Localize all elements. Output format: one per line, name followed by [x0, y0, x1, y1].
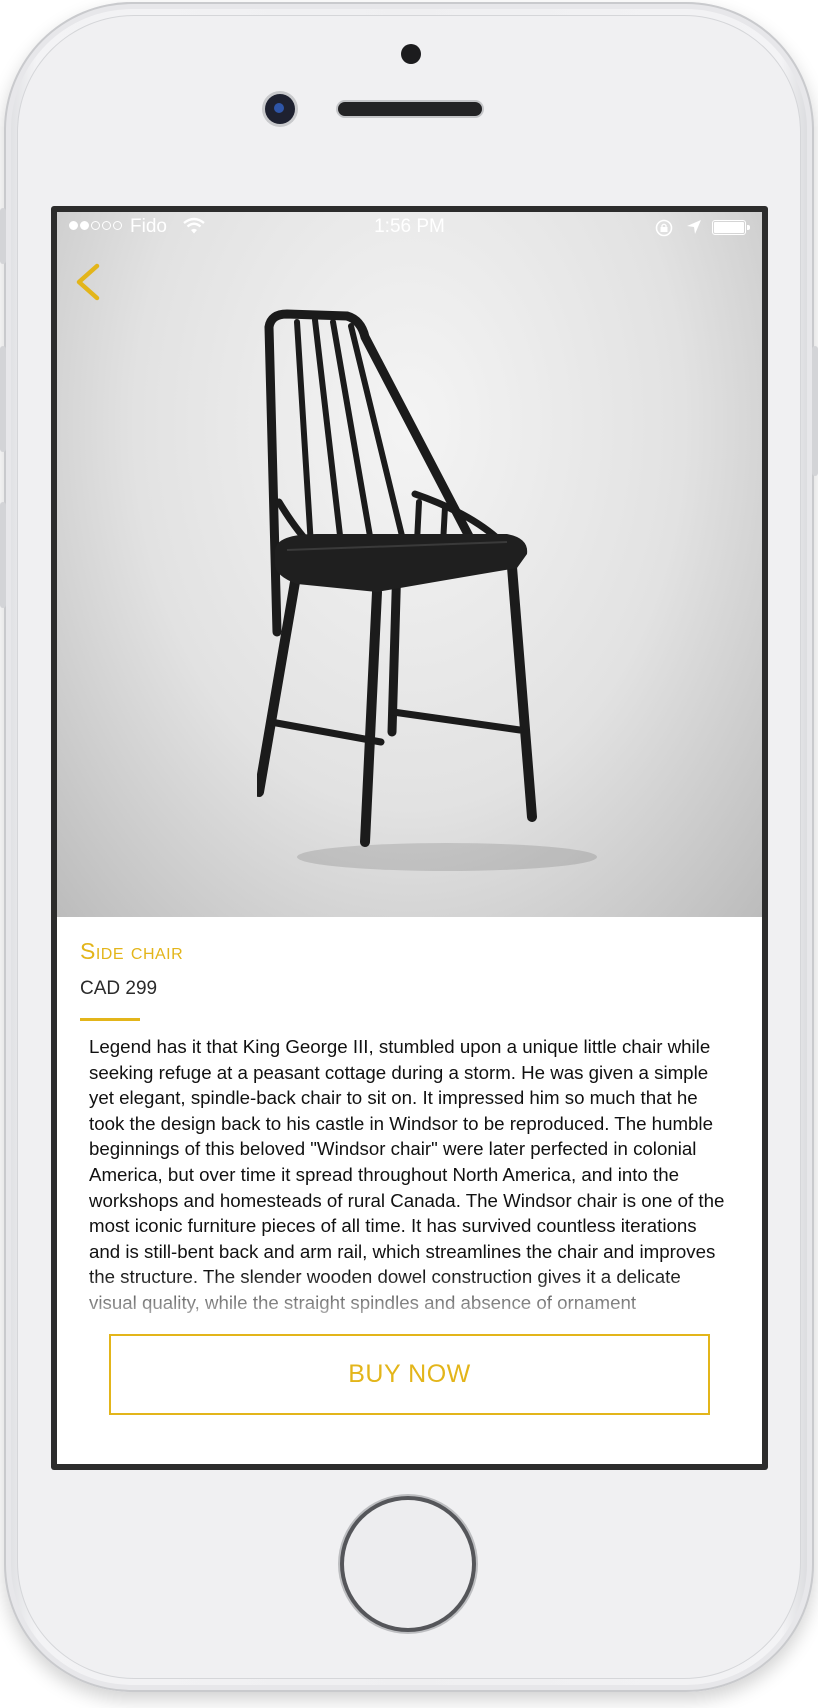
title-underline: [80, 1018, 140, 1021]
product-title: Side chair: [80, 938, 184, 964]
status-bar: Fido 1:56 PM: [57, 212, 762, 242]
power-button: [812, 346, 818, 476]
front-camera: [265, 94, 295, 124]
volume-down-button: [0, 502, 6, 608]
buy-now-button[interactable]: BUY NOW: [109, 1334, 710, 1415]
earpiece-speaker: [338, 102, 482, 116]
chevron-left-icon: [76, 263, 100, 301]
location-arrow-icon: [687, 220, 701, 234]
screen-content: Fido 1:56 PM Side chair CAD 299 Legend h…: [57, 212, 762, 1464]
chair-icon: [257, 309, 597, 871]
product-price: CAD 299: [80, 978, 158, 999]
proximity-sensor: [401, 44, 421, 64]
mute-switch: [0, 208, 6, 264]
screen: Fido 1:56 PM Side chair CAD 299 Legend h…: [51, 206, 768, 1470]
rotation-lock-icon: [655, 219, 673, 237]
home-button[interactable]: [344, 1500, 472, 1628]
volume-up-button: [0, 346, 6, 452]
battery-icon: [712, 220, 750, 235]
product-image: Fido 1:56 PM: [57, 212, 762, 917]
back-button[interactable]: [71, 260, 107, 304]
